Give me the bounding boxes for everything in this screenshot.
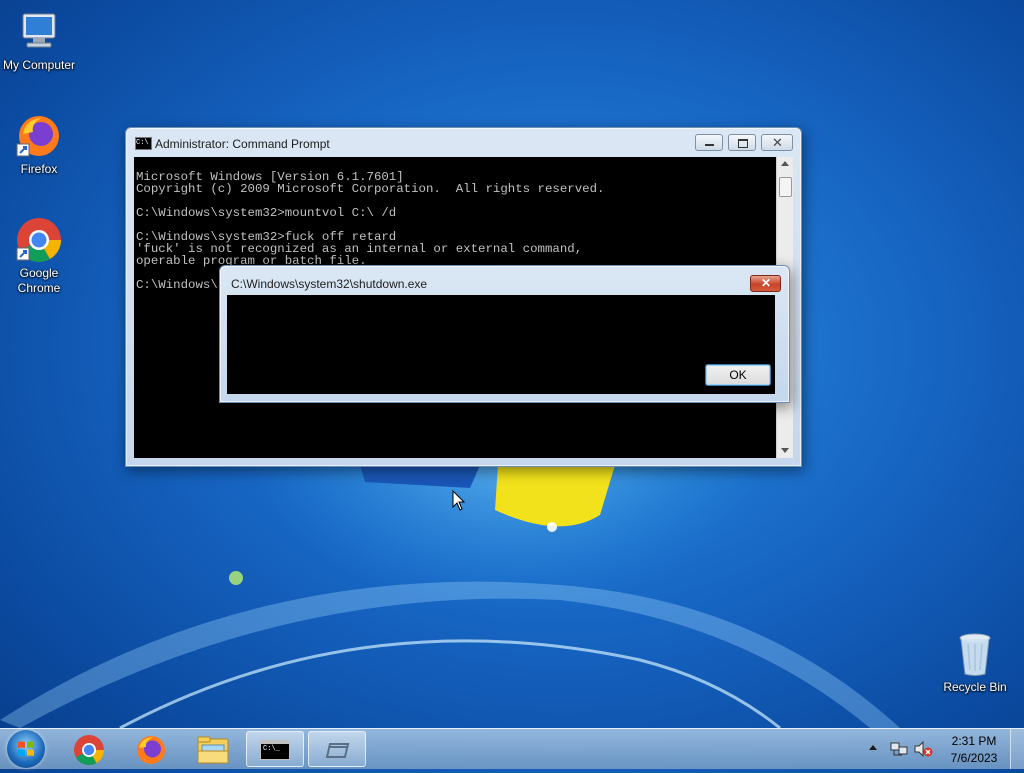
show-desktop-button[interactable]	[1010, 729, 1024, 769]
firefox-icon	[137, 736, 165, 764]
console-line: Copyright (c) 2009 Microsoft Corporation…	[136, 182, 605, 196]
start-button[interactable]	[7, 730, 45, 768]
dialog-close-button[interactable]: ✕	[750, 275, 781, 292]
taskbar-command-prompt-button[interactable]: C:\_	[246, 731, 304, 767]
scroll-up-arrow-icon[interactable]	[781, 161, 789, 166]
mouse-cursor-icon	[452, 490, 466, 511]
console-line: C:\Windows\system32>mountvol C:\ /d	[136, 206, 397, 220]
shutdown-dialog[interactable]: C:\Windows\system32\shutdown.exe ✕ OK	[219, 265, 790, 403]
file-explorer-icon	[197, 736, 229, 764]
chrome-icon	[74, 735, 104, 766]
close-button[interactable]: ✕	[761, 134, 793, 151]
clock-date[interactable]: 7/6/2023	[946, 751, 1002, 765]
desktop-icon-label: Firefox	[20, 162, 58, 176]
desktop-icon-my-computer[interactable]: My Computer	[0, 8, 79, 73]
dialog-title: C:\Windows\system32\shutdown.exe	[231, 277, 428, 291]
desktop-icon-label-line2: Chrome	[17, 281, 61, 295]
blank-window-icon	[325, 743, 350, 758]
minimize-button[interactable]	[695, 134, 723, 151]
chrome-icon	[15, 216, 63, 264]
cmd-icon-text: C:\_	[263, 745, 280, 753]
desktop-icon-label-line1: Google	[19, 266, 59, 280]
desktop-icon-label: Recycle Bin	[943, 680, 1007, 694]
show-hidden-icons-button[interactable]	[869, 745, 877, 750]
command-prompt-icon: C:\_	[260, 740, 290, 760]
close-icon: ✕	[761, 276, 772, 290]
taskbar: C:\_ 2:31 PM 7/6/2023	[0, 728, 1024, 769]
desktop-icon-google-chrome[interactable]: Google Chrome	[0, 216, 79, 296]
recycle-bin-icon	[951, 630, 999, 678]
taskbar-firefox-button[interactable]	[124, 731, 178, 767]
cmd-window-icon: C:\	[135, 137, 152, 150]
dialog-content: OK	[227, 295, 775, 394]
desktop-icon-firefox[interactable]: Firefox	[0, 112, 79, 177]
volume-muted-icon[interactable]	[913, 741, 933, 757]
taskbar-chrome-button[interactable]	[62, 731, 116, 767]
ok-button[interactable]: OK	[705, 364, 771, 386]
windows-start-icon	[18, 741, 34, 756]
minimize-icon	[705, 144, 714, 146]
scroll-down-arrow-icon[interactable]	[781, 448, 789, 453]
taskbar-dialog-button[interactable]	[308, 731, 366, 767]
clock-time[interactable]: 2:31 PM	[950, 734, 998, 748]
desktop-icon-recycle-bin[interactable]: Recycle Bin	[935, 630, 1015, 695]
close-icon: ✕	[772, 135, 783, 150]
maximize-icon	[738, 139, 748, 148]
cmd-titlebar[interactable]: C:\ Administrator: Command Prompt ✕	[126, 128, 801, 158]
network-icon[interactable]	[890, 741, 908, 757]
cmd-window-title: Administrator: Command Prompt	[155, 137, 330, 151]
taskbar-file-explorer-button[interactable]	[186, 731, 240, 767]
firefox-icon	[15, 112, 63, 160]
desktop-icon-label: My Computer	[2, 58, 76, 72]
scroll-thumb[interactable]	[779, 177, 792, 197]
computer-icon	[15, 8, 63, 56]
dialog-titlebar[interactable]: C:\Windows\system32\shutdown.exe ✕	[220, 266, 789, 296]
maximize-button[interactable]	[728, 134, 756, 151]
